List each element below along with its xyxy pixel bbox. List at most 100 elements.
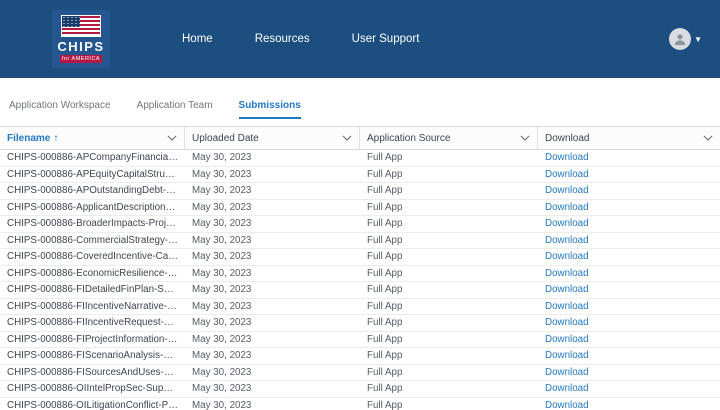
flag-canton [62, 16, 80, 27]
table-row: CHIPS-000886-OIIntelPropSec-Supplemental… [0, 381, 720, 398]
uploaded-date-cell: May 30, 2023 [192, 350, 252, 362]
filename-cell: CHIPS-000886-FIProjectInformation-Cash F… [7, 333, 185, 345]
tab-submissions[interactable]: Submissions [238, 96, 301, 119]
filename-cell: CHIPS-000886-EconomicResilience-Legal En… [7, 267, 185, 279]
application-source-cell: Full App [367, 366, 403, 378]
download-link[interactable]: Download [545, 202, 589, 213]
chevron-down-icon[interactable] [342, 135, 352, 141]
brand-tagline: for AMERICA [60, 55, 102, 63]
table-row: CHIPS-000886-EconomicResilience-Legal En… [0, 266, 720, 282]
table-row: CHIPS-000886-FIDetailedFinPlan-Sources a… [0, 282, 720, 299]
uploaded-date-cell: May 30, 2023 [192, 201, 252, 213]
column-label: Download [545, 132, 590, 144]
column-label: Uploaded Date [192, 132, 259, 144]
filename-cell: CHIPS-000886-OILitigationConflict-Projec… [7, 399, 185, 410]
table-row: CHIPS-000886-APEquityCapitalStruc-Legal … [0, 167, 720, 183]
table-row: CHIPS-000886-CommercialStrategy-Cash Flo… [0, 233, 720, 249]
uploaded-date-cell: May 30, 2023 [192, 267, 252, 279]
tab-bar: Application Workspace Application Team S… [0, 96, 720, 119]
application-source-cell: Full App [367, 218, 403, 230]
filename-cell: CHIPS-000886-ApplicantDescription-Compan… [7, 201, 185, 213]
table-row: CHIPS-000886-CoveredIncentive-Cash Flow … [0, 249, 720, 266]
table-body: CHIPS-000886-APCompanyFinancials-Key Ass… [0, 150, 720, 410]
user-menu-button[interactable]: ▼ [669, 28, 702, 50]
filename-cell: CHIPS-000886-APOutstandingDebt-Sources a… [7, 185, 185, 197]
filename-cell: CHIPS-000886-FIScenarioAnalysis-Sources … [7, 350, 185, 362]
application-source-cell: Full App [367, 251, 403, 263]
uploaded-date-cell: May 30, 2023 [192, 152, 252, 164]
application-source-cell: Full App [367, 383, 403, 395]
uploaded-date-cell: May 30, 2023 [192, 317, 252, 329]
table-row: CHIPS-000886-APCompanyFinancials-Key Ass… [0, 150, 720, 167]
application-source-cell: Full App [367, 234, 403, 246]
tab-application-team[interactable]: Application Team [137, 96, 213, 119]
uploaded-date-cell: May 30, 2023 [192, 284, 252, 296]
nav-home[interactable]: Home [182, 33, 213, 45]
submissions-table: Filename ↑ Uploaded Date Application Sou… [0, 126, 720, 410]
table-row: CHIPS-000886-FIScenarioAnalysis-Sources … [0, 348, 720, 365]
download-link[interactable]: Download [545, 185, 589, 196]
column-header-filename[interactable]: Filename ↑ [0, 127, 185, 149]
nav-user-support[interactable]: User Support [352, 33, 420, 45]
download-link[interactable]: Download [545, 400, 589, 410]
main-nav: Home Resources User Support [182, 33, 419, 45]
download-link[interactable]: Download [545, 235, 589, 246]
uploaded-date-cell: May 30, 2023 [192, 300, 252, 312]
top-navbar: CHIPS for AMERICA Home Resources User Su… [0, 0, 720, 78]
column-header-application-source[interactable]: Application Source [360, 127, 538, 149]
download-link[interactable]: Download [545, 334, 589, 345]
download-link[interactable]: Download [545, 251, 589, 262]
application-source-cell: Full App [367, 333, 403, 345]
download-link[interactable]: Download [545, 152, 589, 163]
download-link[interactable]: Download [545, 169, 589, 180]
application-source-cell: Full App [367, 201, 403, 213]
chevron-down-icon[interactable] [167, 135, 177, 141]
sort-ascending-icon: ↑ [53, 132, 59, 144]
filename-cell: CHIPS-000886-OIIntelPropSec-Supplemental… [7, 383, 185, 395]
us-flag-icon [61, 15, 101, 37]
nav-resources[interactable]: Resources [255, 33, 310, 45]
table-row: CHIPS-000886-FIIncentiveNarrative-Source… [0, 299, 720, 315]
application-source-cell: Full App [367, 317, 403, 329]
table-row: CHIPS-000886-ApplicantDescription-Compan… [0, 200, 720, 216]
filename-cell: CHIPS-000886-FIIncentiveNarrative-Source… [7, 300, 185, 312]
caret-down-icon: ▼ [694, 34, 702, 44]
brand-name: CHIPS [57, 39, 105, 54]
uploaded-date-cell: May 30, 2023 [192, 383, 252, 395]
chips-logo[interactable]: CHIPS for AMERICA [52, 10, 110, 68]
application-source-cell: Full App [367, 300, 403, 312]
table-row: CHIPS-000886-OILitigationConflict-Projec… [0, 398, 720, 410]
filename-cell: CHIPS-000886-CoveredIncentive-Cash Flow … [7, 251, 185, 263]
download-link[interactable]: Download [545, 317, 589, 328]
uploaded-date-cell: May 30, 2023 [192, 185, 252, 197]
application-source-cell: Full App [367, 185, 403, 197]
chevron-down-icon[interactable] [520, 135, 530, 141]
filename-cell: CHIPS-000886-FIIncentiveRequest-Project … [7, 317, 185, 329]
column-label: Application Source [367, 132, 451, 144]
table-row: CHIPS-000886-APOutstandingDebt-Sources a… [0, 183, 720, 200]
filename-cell: CHIPS-000886-FIDetailedFinPlan-Sources a… [7, 284, 185, 296]
download-link[interactable]: Download [545, 284, 589, 295]
uploaded-date-cell: May 30, 2023 [192, 168, 252, 180]
filename-cell: CHIPS-000886-APEquityCapitalStruc-Legal … [7, 168, 185, 180]
table-row: CHIPS-000886-FISourcesAndUses-Sources an… [0, 365, 720, 381]
download-link[interactable]: Download [545, 350, 589, 361]
user-avatar-icon [669, 28, 692, 50]
uploaded-date-cell: May 30, 2023 [192, 366, 252, 378]
filename-cell: CHIPS-000886-BroaderImpacts-Project Fina… [7, 218, 185, 230]
download-link[interactable]: Download [545, 268, 589, 279]
tab-application-workspace[interactable]: Application Workspace [9, 96, 111, 119]
uploaded-date-cell: May 30, 2023 [192, 218, 252, 230]
column-header-download[interactable]: Download [538, 127, 720, 149]
table-row: CHIPS-000886-FIProjectInformation-Cash F… [0, 332, 720, 348]
chevron-down-icon[interactable] [703, 135, 713, 141]
uploaded-date-cell: May 30, 2023 [192, 333, 252, 345]
download-link[interactable]: Download [545, 383, 589, 394]
table-header-row: Filename ↑ Uploaded Date Application Sou… [0, 126, 720, 150]
table-row: CHIPS-000886-FIIncentiveRequest-Project … [0, 315, 720, 332]
download-link[interactable]: Download [545, 301, 589, 312]
download-link[interactable]: Download [545, 218, 589, 229]
uploaded-date-cell: May 30, 2023 [192, 251, 252, 263]
download-link[interactable]: Download [545, 367, 589, 378]
column-header-uploaded-date[interactable]: Uploaded Date [185, 127, 360, 149]
